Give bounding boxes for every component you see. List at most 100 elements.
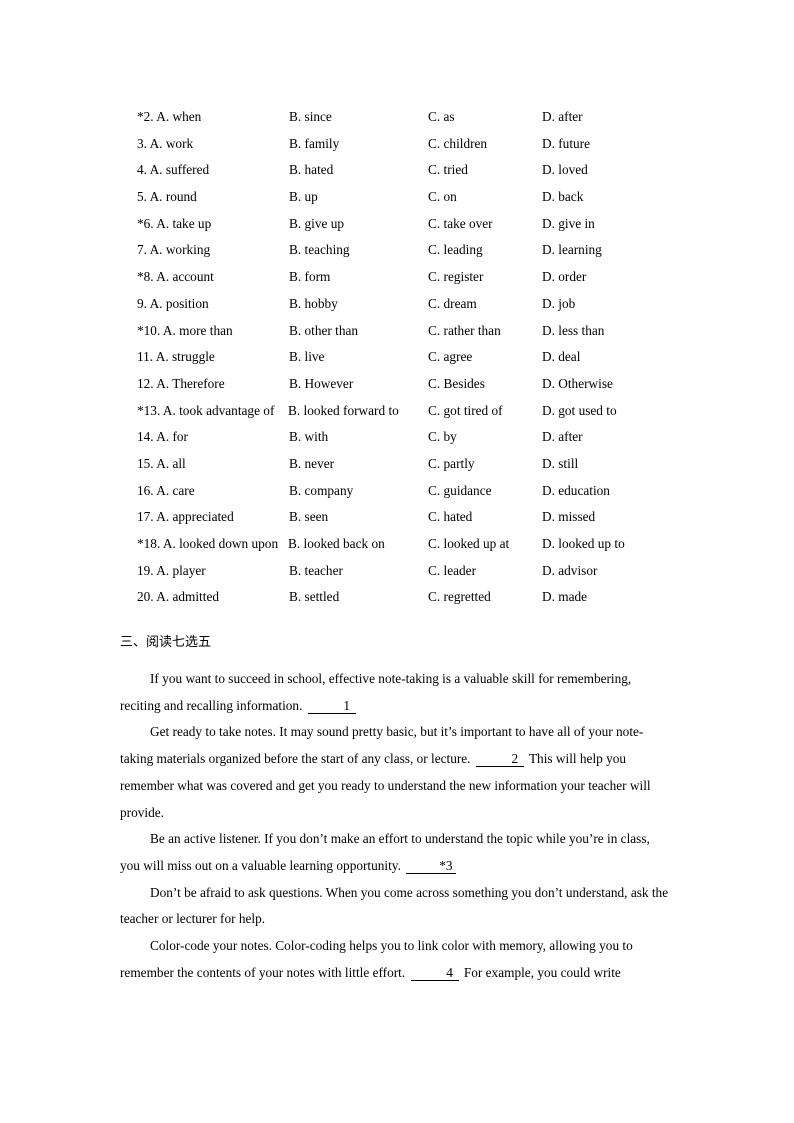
reading-passage: If you want to succeed in school, effect…	[120, 666, 673, 986]
cloze-option-a: *10. A. more than	[137, 322, 233, 338]
cloze-option-row: 4. A. suffered B. hated C. tried D. love…	[137, 157, 697, 184]
cloze-option-a: 11. A. struggle	[137, 349, 215, 365]
cloze-option-row: 3. A. work B. family C. children D. futu…	[137, 131, 697, 158]
cloze-option-row: *18. A. looked down upon B. looked back …	[137, 531, 697, 558]
cloze-option-c: C. agree	[428, 349, 473, 365]
cloze-option-c: C. leading	[428, 242, 483, 258]
cloze-option-a: 19. A. player	[137, 562, 206, 578]
answer-blank[interactable]: *3	[406, 858, 456, 874]
cloze-option-row: 9. A. position B. hobby C. dream D. job	[137, 291, 697, 318]
passage-paragraph: Don’t be afraid to ask questions. When y…	[120, 880, 673, 933]
section-heading-reading: 三、阅读七选五	[120, 635, 212, 650]
answer-blank[interactable]: 1	[307, 698, 356, 714]
cloze-option-a: 17. A. appreciated	[137, 509, 234, 525]
cloze-option-b: B. never	[289, 455, 335, 471]
passage-paragraph: Color-code your notes. Color-coding help…	[120, 933, 673, 986]
cloze-option-d: D. after	[542, 429, 583, 445]
cloze-option-a: 12. A. Therefore	[137, 375, 225, 391]
cloze-option-d: D. learning	[542, 242, 602, 258]
cloze-option-c: C. hated	[428, 509, 473, 525]
cloze-option-b: B. with	[289, 429, 329, 445]
cloze-option-d: D. back	[542, 189, 584, 205]
cloze-option-b: B. looked forward to	[288, 402, 399, 418]
cloze-option-d: D. deal	[542, 349, 581, 365]
cloze-option-d: D. looked up to	[542, 536, 625, 551]
cloze-option-row: *10. A. more than B. other than C. rathe…	[137, 318, 697, 345]
cloze-option-d: D. give in	[542, 215, 595, 231]
cloze-option-b: B. family	[289, 135, 340, 151]
passage-paragraph: If you want to succeed in school, effect…	[120, 666, 673, 719]
cloze-option-b: B. up	[289, 189, 318, 205]
cloze-option-b: B. other than	[289, 322, 359, 338]
cloze-option-d: D. advisor	[542, 562, 598, 578]
cloze-option-a: 7. A. working	[137, 242, 211, 258]
cloze-option-c: C. by	[428, 429, 457, 445]
cloze-option-c: C. partly	[428, 455, 475, 471]
cloze-option-c: C. tried	[428, 162, 468, 178]
cloze-option-d: D. missed	[542, 509, 596, 525]
cloze-option-c: C. got tired of	[428, 402, 503, 418]
cloze-option-row: 20. A. admitted B. settled C. regretted …	[137, 584, 697, 611]
cloze-option-c: C. rather than	[428, 322, 501, 338]
cloze-option-c: C. children	[428, 135, 488, 151]
cloze-option-a: *8. A. account	[137, 269, 214, 285]
cloze-option-row: 19. A. player B. teacher C. leader D. ad…	[137, 558, 697, 585]
cloze-option-c: C. on	[428, 189, 457, 205]
cloze-option-a: 5. A. round	[137, 189, 197, 205]
cloze-option-a: 15. A. all	[137, 455, 186, 471]
answer-blank[interactable]: 2	[475, 752, 524, 768]
cloze-option-d: D. education	[542, 482, 610, 498]
cloze-option-b: B. looked back on	[288, 536, 385, 551]
cloze-option-row: 15. A. all B. never C. partly D. still	[137, 451, 697, 478]
cloze-option-d: D. got used to	[542, 402, 617, 418]
cloze-option-a: *18. A. looked down upon	[137, 536, 279, 551]
cloze-options-block: *2. A. when B. since C. as D. after 3. A…	[137, 104, 697, 611]
cloze-option-d: D. still	[542, 455, 579, 471]
cloze-option-b: B. hobby	[289, 295, 338, 311]
cloze-option-row: 11. A. struggle B. live C. agree D. deal	[137, 344, 697, 371]
cloze-option-row: 16. A. care B. company C. guidance D. ed…	[137, 478, 697, 505]
paragraph-text-continued: For example, you could write	[463, 964, 621, 980]
cloze-option-row: 7. A. working B. teaching C. leading D. …	[137, 237, 697, 264]
cloze-option-b: B. settled	[289, 589, 340, 605]
cloze-option-row: *6. A. take up B. give up C. take over D…	[137, 211, 697, 238]
cloze-option-b: B. live	[289, 349, 325, 365]
cloze-option-c: C. Besides	[428, 375, 485, 391]
cloze-option-a: 16. A. care	[137, 482, 195, 498]
cloze-option-a: *2. A. when	[137, 109, 202, 124]
paragraph-text: Don’t be afraid to ask questions. When y…	[120, 884, 669, 927]
cloze-option-c: C. take over	[428, 215, 493, 231]
cloze-option-a: 3. A. work	[137, 135, 194, 151]
passage-paragraph: Get ready to take notes. It may sound pr…	[120, 719, 673, 826]
cloze-option-row: 14. A. for B. with C. by D. after	[137, 424, 697, 451]
cloze-option-a: *6. A. take up	[137, 215, 212, 231]
cloze-option-b: B. give up	[289, 215, 345, 231]
cloze-option-b: B. teacher	[289, 562, 343, 578]
cloze-option-c: C. looked up at	[428, 536, 510, 551]
cloze-option-a: 14. A. for	[137, 429, 188, 445]
cloze-option-d: D. less than	[542, 322, 605, 338]
cloze-option-a: 9. A. position	[137, 295, 209, 311]
cloze-option-row: *13. A. took advantage of B. looked forw…	[137, 398, 697, 425]
document-page: *2. A. when B. since C. as D. after 3. A…	[0, 0, 794, 1123]
answer-blank[interactable]: 4	[410, 965, 459, 981]
cloze-option-c: C. leader	[428, 562, 476, 578]
cloze-option-c: C. as	[428, 109, 455, 124]
cloze-option-c: C. register	[428, 269, 484, 285]
cloze-option-c: C. dream	[428, 295, 477, 311]
cloze-option-d: D. loved	[542, 162, 588, 178]
cloze-option-a: 20. A. admitted	[137, 589, 219, 605]
cloze-option-a: *13. A. took advantage of	[137, 402, 275, 418]
cloze-option-b: B. since	[289, 109, 332, 124]
cloze-option-row: 12. A. Therefore B. However C. Besides D…	[137, 371, 697, 398]
cloze-option-d: D. future	[542, 135, 590, 151]
cloze-option-a: 4. A. suffered	[137, 162, 210, 178]
cloze-option-c: C. guidance	[428, 482, 492, 498]
paragraph-text: Be an active listener. If you don’t make…	[120, 831, 650, 873]
paragraph-text: If you want to succeed in school, effect…	[120, 671, 632, 713]
cloze-option-d: D. made	[542, 589, 588, 605]
cloze-option-row: 17. A. appreciated B. seen C. hated D. m…	[137, 504, 697, 531]
cloze-option-b: B. hated	[289, 162, 334, 178]
passage-paragraph: Be an active listener. If you don’t make…	[120, 826, 673, 879]
cloze-option-row: *8. A. account B. form C. register D. or…	[137, 264, 697, 291]
